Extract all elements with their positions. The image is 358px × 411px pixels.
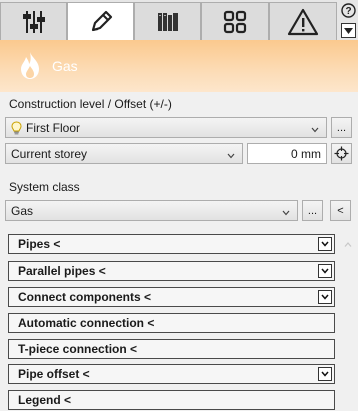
section-pipes[interactable]: Pipes <: [8, 234, 335, 254]
offset-input[interactable]: 0 mm: [247, 143, 327, 164]
system-class-pick-button[interactable]: <: [330, 200, 351, 221]
construction-level-value: First Floor: [26, 120, 80, 135]
tab-library[interactable]: [134, 2, 201, 40]
tab-components[interactable]: [201, 2, 269, 40]
expand-chevron-icon[interactable]: [318, 237, 332, 251]
tab-toolbar: ?: [0, 0, 358, 41]
library-books-icon: [154, 8, 182, 36]
grid-apps-icon: [221, 8, 249, 36]
flame-icon: [17, 51, 43, 84]
chevron-down-icon: [282, 205, 290, 219]
section-label: Parallel pipes <: [18, 264, 106, 278]
construction-level-select[interactable]: First Floor: [5, 117, 327, 138]
tab-edit[interactable]: [67, 2, 134, 41]
chevron-down-icon: [344, 27, 353, 34]
section-pipe-offset[interactable]: Pipe offset <: [8, 364, 335, 384]
lightbulb-icon: [11, 120, 22, 135]
section-label: Connect components <: [18, 290, 152, 304]
help-column: ?: [339, 2, 358, 40]
warning-icon: [287, 7, 319, 37]
section-t-piece-connection[interactable]: T-piece connection <: [8, 339, 335, 359]
section-label: Legend <: [18, 393, 72, 407]
section-parallel-pipes[interactable]: Parallel pipes <: [8, 261, 335, 281]
system-class-value: Gas: [11, 203, 34, 218]
expand-chevron-icon[interactable]: [318, 290, 332, 304]
settings-sliders-icon: [20, 8, 48, 36]
help-circle-icon: ?: [341, 3, 356, 18]
section-label: Pipes <: [18, 237, 61, 251]
help-button[interactable]: ?: [341, 3, 356, 18]
scroll-up-icon[interactable]: [344, 236, 352, 250]
section-label: T-piece connection <: [18, 342, 138, 356]
page-title: Gas: [52, 58, 78, 74]
gas-panel: ? Gas Construction level / Offset (+/-): [0, 0, 358, 411]
panel-header: Gas: [0, 40, 358, 92]
construction-level-label: Construction level / Offset (+/-): [9, 97, 172, 111]
panel-menu-button[interactable]: [341, 23, 356, 38]
reference-storey-value: Current storey: [11, 146, 88, 161]
construction-level-more-button[interactable]: ...: [331, 117, 352, 138]
expand-chevron-icon[interactable]: [318, 367, 332, 381]
tab-settings[interactable]: [0, 2, 67, 40]
tab-warnings[interactable]: [269, 2, 337, 40]
reference-storey-select[interactable]: Current storey: [5, 143, 243, 164]
section-automatic-connection[interactable]: Automatic connection <: [8, 313, 335, 333]
svg-text:?: ?: [345, 6, 351, 17]
pencil-icon: [87, 8, 115, 36]
system-class-select[interactable]: Gas: [5, 200, 298, 221]
chevron-down-icon: [227, 148, 235, 162]
pick-offset-button[interactable]: [331, 143, 352, 164]
crosshair-icon: [334, 146, 349, 161]
section-label: Automatic connection <: [18, 316, 155, 330]
chevron-down-icon: [311, 122, 319, 136]
section-connect-components[interactable]: Connect components <: [8, 287, 335, 307]
system-class-more-button[interactable]: ...: [302, 200, 323, 221]
section-legend[interactable]: Legend <: [8, 390, 335, 410]
section-label: Pipe offset <: [18, 367, 90, 381]
expand-chevron-icon[interactable]: [318, 264, 332, 278]
system-class-label: System class: [9, 180, 80, 194]
